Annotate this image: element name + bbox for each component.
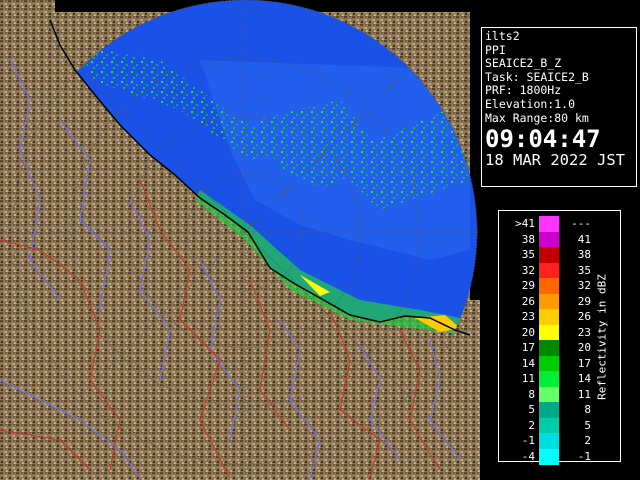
elevation-value: Elevation:1.0 [485, 96, 576, 111]
prf-value: PRF: 1800Hz [485, 83, 562, 98]
scan-time: 09:04:47 [485, 125, 601, 154]
scan-name: SEAICE2_B_Z [485, 56, 562, 71]
color-legend: >41 --- 38 41 35 38 32 35 29 32 26 29 23 26 20 23 17 20 14… [498, 210, 621, 465]
legend-row: -4 -1 [499, 447, 620, 467]
legend-title: Reflectivity in dBZ [595, 274, 609, 400]
task-name: Task: SEAICE2_B [485, 69, 589, 84]
site-name: ilts2 [485, 29, 520, 43]
legend-high-value: -1 [577, 449, 591, 463]
scan-date: 18 MAR 2022 JST [485, 151, 625, 170]
legend-swatch [539, 448, 559, 465]
max-range-value: Max Range:80 km [485, 110, 589, 125]
product-type: PPI [485, 42, 506, 57]
info-box: ilts2 PPI SEAICE2_B_Z Task: SEAICE2_B PR… [481, 27, 637, 187]
side-panel: ilts2 PPI SEAICE2_B_Z Task: SEAICE2_B PR… [480, 0, 640, 480]
radar-ppi-map [0, 0, 480, 480]
legend-low-value: -4 [521, 449, 535, 463]
